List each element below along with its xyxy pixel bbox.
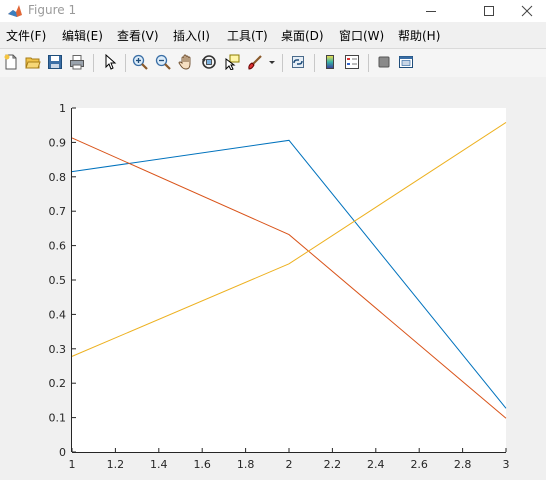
zoom-in-button[interactable] <box>130 52 150 72</box>
x-tick-label: 1.8 <box>237 458 255 471</box>
x-tick-label: 1.4 <box>150 458 168 471</box>
y-tick-label: 0.3 <box>49 343 67 356</box>
dropdown-arrow-icon <box>269 61 275 64</box>
line-chart: 1 1.2 1.4 1.6 1.8 2 2.2 2.4 2.6 2.8 3 0 0.1 0.2 0.3 0.4… <box>49 102 510 471</box>
colorbar-icon <box>326 55 334 69</box>
rotate-3d-button[interactable] <box>199 52 219 72</box>
pan-icon <box>178 54 191 70</box>
open-file-button[interactable] <box>23 52 43 72</box>
menu-bar: 文件(F) 编辑(E) 查看(V) 插入(I) 工具(T) 桌面(D) 窗口(W… <box>0 22 546 48</box>
show-plot-tools-icon <box>399 56 413 68</box>
print-button[interactable] <box>67 52 87 72</box>
title-bar: Figure 1 <box>0 0 546 22</box>
legend-icon <box>345 55 359 69</box>
brush-dropdown-button[interactable] <box>266 52 278 72</box>
x-tick-label: 2.6 <box>410 458 428 471</box>
y-tick-label: 0.9 <box>49 136 67 149</box>
new-figure-button[interactable] <box>1 52 21 72</box>
y-tick-label: 0 <box>59 446 66 459</box>
close-icon <box>521 5 533 17</box>
y-tick-label: 0.1 <box>49 412 67 425</box>
brush-icon <box>248 55 262 70</box>
menu-desktop[interactable]: 桌面(D) <box>281 27 324 44</box>
x-tick-label: 2 <box>286 458 293 471</box>
menu-tools[interactable]: 工具(T) <box>227 27 268 44</box>
toolbar-separator <box>125 54 126 72</box>
y-tick-label: 0.4 <box>49 308 67 321</box>
print-icon <box>70 55 84 70</box>
zoom-out-button[interactable] <box>153 52 173 72</box>
new-figure-icon <box>4 54 17 70</box>
menu-window[interactable]: 窗口(W) <box>339 27 384 44</box>
link-plot-button[interactable] <box>288 52 308 72</box>
menu-view[interactable]: 查看(V) <box>117 27 159 44</box>
toolbar-separator <box>93 54 94 72</box>
toolbar-separator <box>314 54 315 72</box>
show-plot-tools-button[interactable] <box>396 52 416 72</box>
y-tick-label: 0.6 <box>49 240 67 253</box>
toolbar-separator <box>282 54 283 72</box>
axes-background <box>72 108 506 452</box>
data-cursor-icon <box>225 54 240 70</box>
x-tick-label: 1 <box>69 458 76 471</box>
legend-button[interactable] <box>342 52 362 72</box>
y-tick-label: 0.7 <box>49 205 67 218</box>
x-tick-label: 1.2 <box>107 458 125 471</box>
menu-edit[interactable]: 编辑(E) <box>62 27 103 44</box>
maximize-button[interactable] <box>466 0 512 22</box>
maximize-icon <box>484 6 494 16</box>
menu-help[interactable]: 帮助(H) <box>398 27 440 44</box>
minimize-icon <box>426 11 436 12</box>
x-tick-label: 2.4 <box>367 458 385 471</box>
minimize-button[interactable] <box>408 0 454 22</box>
menu-insert[interactable]: 插入(I) <box>173 27 210 44</box>
zoom-in-icon <box>132 54 148 70</box>
hide-plot-tools-icon <box>378 56 390 68</box>
open-file-icon <box>25 57 41 69</box>
save-icon <box>48 55 62 69</box>
pan-button[interactable] <box>176 52 196 72</box>
y-tick-label: 0.5 <box>49 274 67 287</box>
y-tick-label: 1 <box>59 102 66 115</box>
colorbar-button[interactable] <box>320 52 340 72</box>
save-button[interactable] <box>45 52 65 72</box>
link-plot-icon <box>292 56 304 68</box>
toolbar-separator <box>368 54 369 72</box>
menu-file[interactable]: 文件(F) <box>6 27 46 44</box>
rotate-3d-icon <box>202 55 216 69</box>
matlab-icon <box>8 5 22 17</box>
pointer-button[interactable] <box>100 52 120 72</box>
x-tick-label: 2.2 <box>324 458 342 471</box>
y-tick-label: 0.2 <box>49 377 67 390</box>
data-cursor-button[interactable] <box>222 52 242 72</box>
window-title: Figure 1 <box>28 3 77 17</box>
hide-plot-tools-button[interactable] <box>374 52 394 72</box>
x-tick-label: 1.6 <box>193 458 211 471</box>
figure-toolbar <box>0 48 546 78</box>
x-tick-label: 2.8 <box>454 458 472 471</box>
pointer-icon <box>105 54 117 70</box>
figure-canvas[interactable]: 1 1.2 1.4 1.6 1.8 2 2.2 2.4 2.6 2.8 3 0 0.1 0.2 0.3 0.4… <box>0 77 546 480</box>
close-button[interactable] <box>508 0 546 22</box>
x-tick-label: 3 <box>503 458 510 471</box>
zoom-out-icon <box>155 54 171 70</box>
brush-button[interactable] <box>245 52 265 72</box>
y-tick-label: 0.8 <box>49 171 67 184</box>
